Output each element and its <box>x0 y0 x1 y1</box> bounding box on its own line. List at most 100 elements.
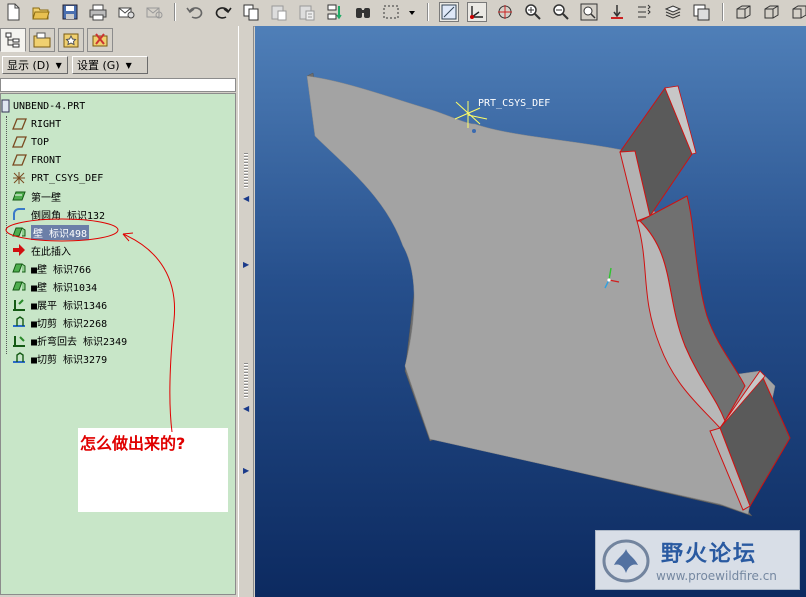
tree-item-label: ■切剪 标识2268 <box>31 318 108 330</box>
show-menu-button[interactable]: 显示 (D) ▼ <box>2 56 68 74</box>
select-box-icon[interactable] <box>381 2 401 22</box>
tree-item-top[interactable]: TOP <box>11 134 49 150</box>
tree-filter-field[interactable] <box>0 78 236 92</box>
regenerate-icon[interactable] <box>325 2 345 22</box>
folder-browser-tab[interactable] <box>29 28 55 52</box>
part-icon <box>1 99 11 113</box>
paste-icon[interactable] <box>269 2 289 22</box>
redo-icon[interactable] <box>213 2 233 22</box>
paste-special-icon[interactable] <box>297 2 317 22</box>
view-manager-icon[interactable] <box>691 2 711 22</box>
layers-icon[interactable] <box>663 2 683 22</box>
graphics-viewport[interactable]: PRT_CSYS_DEF <box>255 26 806 597</box>
round-icon <box>11 206 27 222</box>
watermark-title: 野火论坛 <box>661 542 758 567</box>
tree-item-wall-498[interactable]: 壁 标识498 <box>11 224 90 240</box>
tree-item-first-wall[interactable]: 第一壁 <box>11 188 61 204</box>
tree-item-label: 壁 标识498 <box>31 224 90 240</box>
show-menu-label: 显示 (D) <box>7 59 50 72</box>
settings-menu-button[interactable]: 设置 (G) ▼ <box>72 56 148 74</box>
orient-icon[interactable] <box>607 2 627 22</box>
wireframe-icon[interactable] <box>761 2 781 22</box>
first-wall-icon <box>11 188 27 204</box>
print-icon[interactable] <box>88 2 108 22</box>
tree-root-label: UNBEND-4.PRT <box>13 100 86 112</box>
copy-icon[interactable] <box>241 2 261 22</box>
cut-icon <box>11 314 27 330</box>
csys-icon <box>11 170 27 186</box>
favorites-icon <box>63 33 79 48</box>
connections-icon <box>92 33 108 47</box>
tree-item-insert-here[interactable]: 在此插入 <box>11 242 71 258</box>
datum-plane-icon <box>11 152 27 168</box>
sheetmetal-model <box>306 72 791 517</box>
tree-item-label: ■切剪 标识3279 <box>31 354 108 366</box>
tree-item-csys[interactable]: PRT_CSYS_DEF <box>11 170 103 186</box>
chevron-down-icon: ▼ <box>125 60 132 70</box>
main-toolbar <box>0 0 806 27</box>
navigator-menu-buttons: 显示 (D) ▼ 设置 (G) ▼ <box>0 56 238 76</box>
wall-icon <box>11 224 27 240</box>
tree-item-label: ■折弯回去 标识2349 <box>31 336 128 348</box>
insert-here-arrow-icon <box>11 242 27 258</box>
tree-item-label: PRT_CSYS_DEF <box>31 172 104 184</box>
hidden-line-icon[interactable] <box>789 2 806 22</box>
save-icon[interactable] <box>60 2 80 22</box>
watermark-logo-icon <box>602 539 650 583</box>
unbend-icon <box>11 296 27 312</box>
tree-item-label: 第一壁 <box>31 192 61 204</box>
saved-views-icon[interactable] <box>635 2 655 22</box>
tree-item-label: 倒圆角 标识132 <box>31 210 106 222</box>
open-icon[interactable] <box>31 2 51 22</box>
tree-item-label: ■展平 标识1346 <box>31 300 108 312</box>
connections-tab[interactable] <box>87 28 113 52</box>
tree-item-bend-back-2349[interactable]: ■折弯回去 标识2349 <box>11 332 127 348</box>
watermark: 野火论坛 www.proewildfire.cn <box>595 530 800 590</box>
folder-icon <box>33 32 51 48</box>
datum-display-icon[interactable] <box>439 2 459 22</box>
model-tree-icon <box>5 32 20 48</box>
tree-item-cut-2268[interactable]: ■切剪 标识2268 <box>11 314 107 330</box>
tree-item-label: RIGHT <box>31 118 62 130</box>
tree-item-cut-3279[interactable]: ■切剪 标识3279 <box>11 350 107 366</box>
new-icon[interactable] <box>3 2 23 22</box>
zoom-out-icon[interactable] <box>551 2 571 22</box>
tree-item-wall-766[interactable]: ■壁 标识766 <box>11 260 91 276</box>
tree-item-label: ■壁 标识766 <box>31 264 92 276</box>
email-disabled-icon <box>144 2 164 22</box>
watermark-url: www.proewildfire.cn <box>656 569 777 583</box>
cut-icon <box>11 350 27 366</box>
navigator-tabs <box>0 26 238 54</box>
wall-icon <box>11 278 27 294</box>
tree-item-unbend-1346[interactable]: ■展平 标识1346 <box>11 296 107 312</box>
csys-label: PRT_CSYS_DEF <box>478 98 551 109</box>
tree-root-item[interactable]: UNBEND-4.PRT <box>1 98 85 114</box>
undo-icon[interactable] <box>185 2 205 22</box>
zoom-in-icon[interactable] <box>523 2 543 22</box>
bend-back-icon <box>11 332 27 348</box>
refit-icon[interactable] <box>579 2 599 22</box>
tree-item-wall-1034[interactable]: ■壁 标识1034 <box>11 278 97 294</box>
settings-menu-label: 设置 (G) <box>77 59 120 72</box>
datum-plane-icon <box>11 134 27 150</box>
wall-icon <box>11 260 27 276</box>
shading-icon[interactable] <box>733 2 753 22</box>
panel-splitter[interactable]: ◀ ▶ ◀ ▶ <box>238 26 254 597</box>
tree-item-label: FRONT <box>31 154 62 166</box>
tree-item-front[interactable]: FRONT <box>11 152 61 168</box>
tree-item-label: TOP <box>31 136 50 148</box>
csys-display-icon[interactable] <box>467 2 487 22</box>
model-tree: UNBEND-4.PRT RIGHT TOP FRONT PRT_CSYS_DE… <box>0 93 236 595</box>
spin-center-icon[interactable] <box>495 2 515 22</box>
find-icon[interactable] <box>353 2 373 22</box>
datum-plane-icon <box>11 116 27 132</box>
model-tree-tab[interactable] <box>0 28 26 52</box>
select-dropdown-arrow[interactable] <box>405 2 419 22</box>
tree-item-right[interactable]: RIGHT <box>11 116 61 132</box>
tree-item-label: ■壁 标识1034 <box>31 282 98 294</box>
chevron-down-icon: ▼ <box>55 60 62 70</box>
email-icon[interactable] <box>116 2 136 22</box>
favorites-tab[interactable] <box>58 28 84 52</box>
annotation-text: 怎么做出来的? <box>80 434 186 453</box>
tree-item-round[interactable]: 倒圆角 标识132 <box>11 206 105 222</box>
